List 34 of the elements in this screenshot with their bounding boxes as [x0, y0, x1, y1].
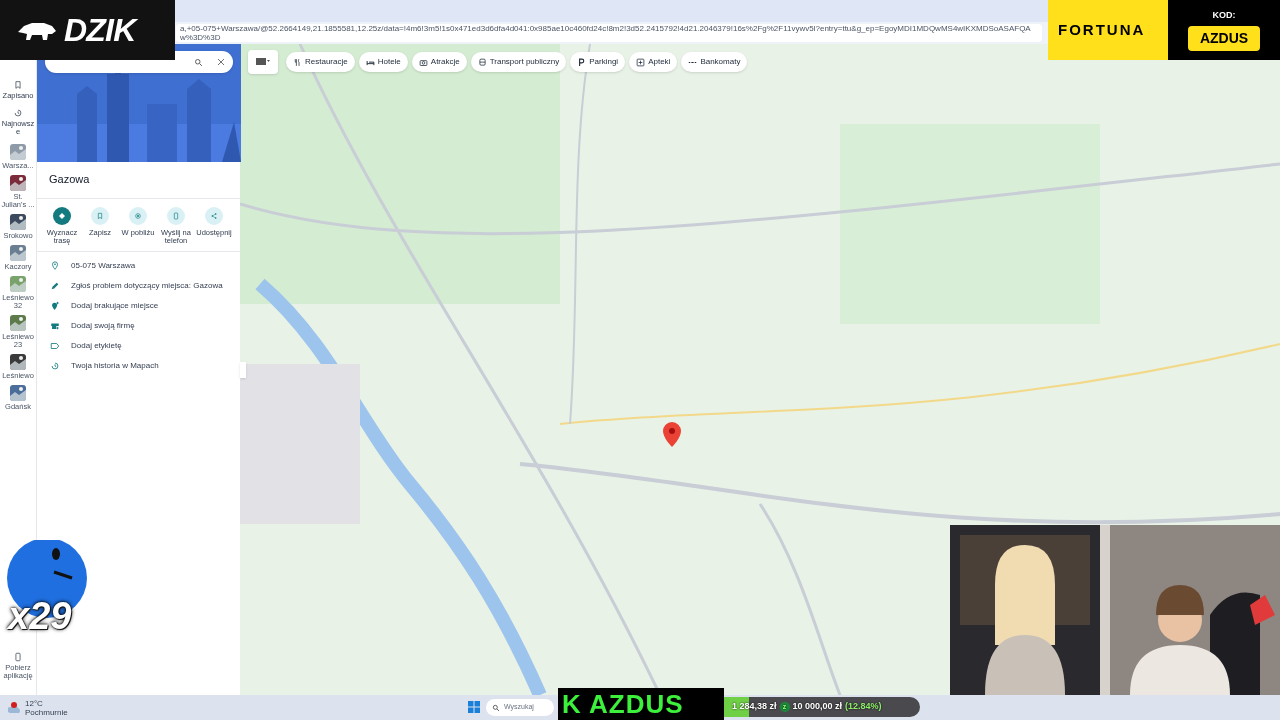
info-row[interactable]: 05-075 Warszawa: [71, 259, 136, 272]
directions-icon: [58, 211, 66, 220]
goal-percent: (12.84%): [845, 700, 882, 714]
goal-target: 10 000,00 zł: [792, 700, 843, 714]
place-title: Gazowa: [37, 162, 240, 199]
code-label: KOD:: [1212, 9, 1236, 23]
brand-name: FORTUNA: [1058, 19, 1146, 40]
logo-text: DZIK: [64, 11, 136, 50]
add-pin-icon: [50, 300, 60, 311]
search-icon: [492, 703, 500, 712]
location-pin-icon: [50, 260, 60, 271]
weather-text: Pochmurnie: [25, 707, 68, 717]
temperature-text: 12°C: [25, 698, 44, 708]
bookmark-icon: [13, 80, 23, 90]
info-row[interactable]: Twoja historia w Mapach: [71, 359, 159, 372]
history-icon: [50, 360, 60, 371]
info-row[interactable]: Dodaj etykietę: [71, 339, 122, 352]
cloud-icon: [8, 701, 22, 714]
bookmark-icon: [96, 211, 104, 220]
nearby-icon: [134, 211, 142, 220]
label-icon: [50, 340, 60, 351]
info-row[interactable]: Dodaj swoją firmę: [71, 319, 135, 332]
pencil-icon: [50, 280, 60, 291]
phone-icon: [172, 211, 180, 220]
phone-icon: [13, 652, 23, 662]
goal-name: K AZDUS: [562, 689, 684, 719]
start-icon: [468, 701, 480, 713]
address-bar[interactable]: a,+05-075+Warszawa/@52.2664149,21.1855581,12.25z/data=!4m6!3m5!1s0x471ed3d6dfa4d041:0x985ae10c460fd24c!8m2!3d52.2415792!4d21.2046379!16s%2Fg%2F11vywv5l?entry=ttu&g_ep=EgoyMDI1MDQwMS4wIKXMDSoASAFQAw%3D%3D: [176, 24, 1042, 42]
share-icon: [210, 211, 218, 220]
info-row[interactable]: Dodaj brakujące miejsce: [71, 299, 159, 312]
history-icon: [13, 108, 23, 118]
promo-code: AZDUS: [1187, 25, 1261, 51]
weather-widget[interactable]: 12°C Pochmurnie: [0, 698, 68, 717]
info-row[interactable]: Zgłoś problem dotyczący miejsca: Gazowa: [71, 279, 223, 292]
